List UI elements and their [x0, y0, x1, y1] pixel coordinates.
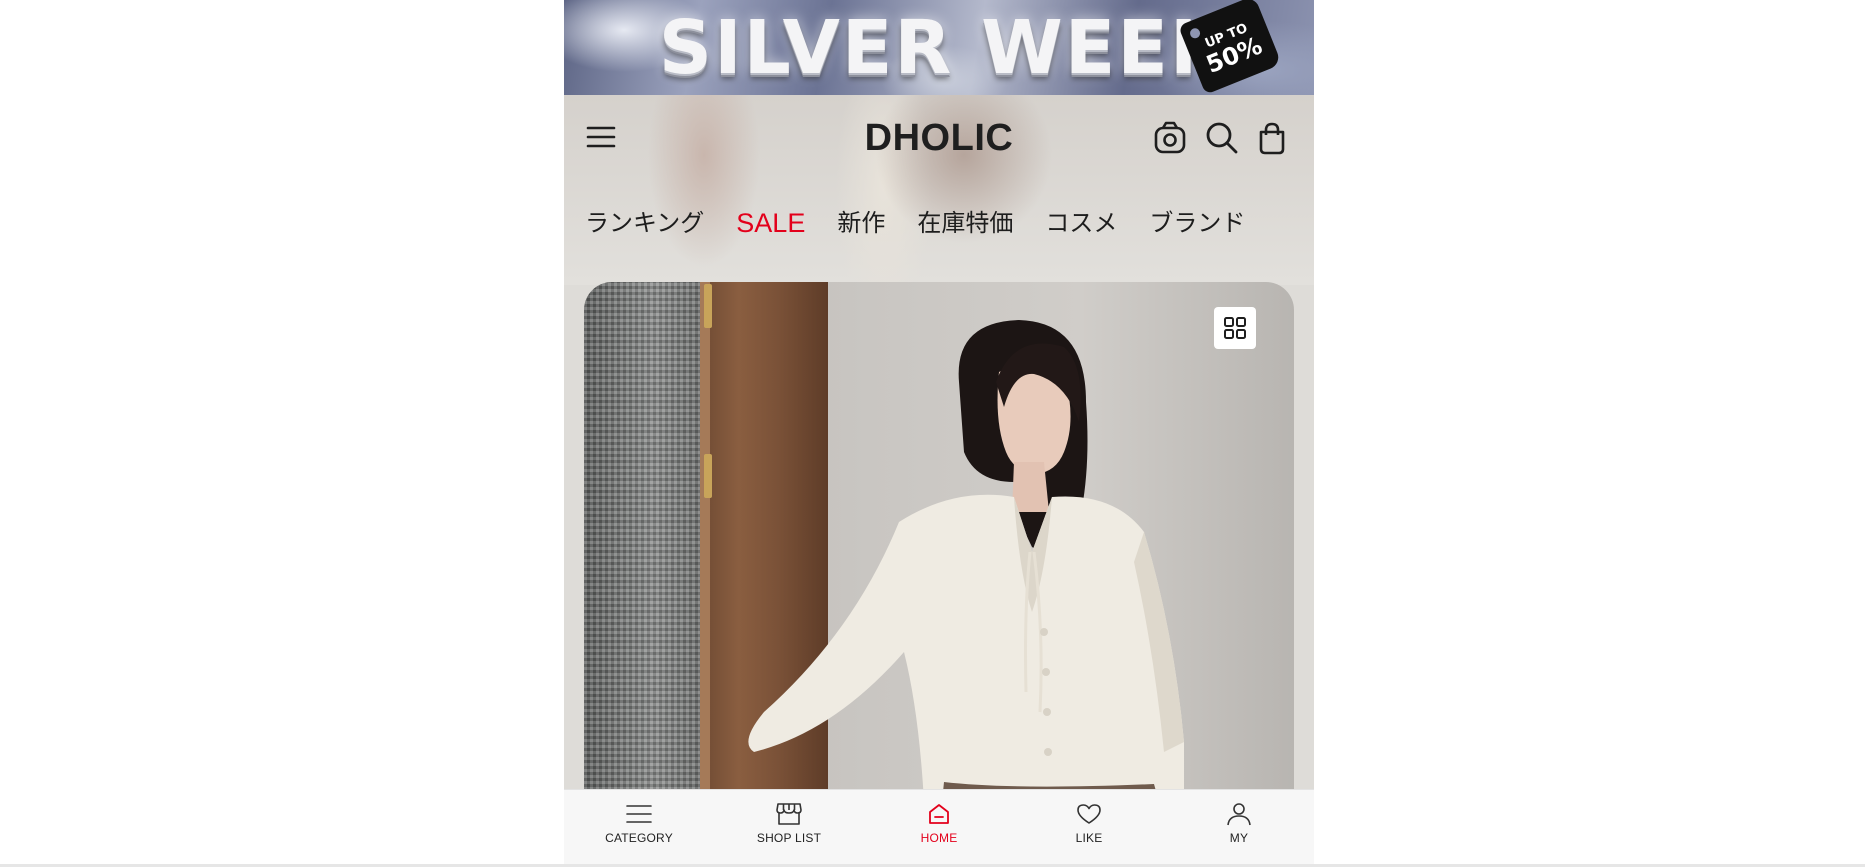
- bottom-navigation: CATEGORY SHOP LIST HOME LIKE MY: [564, 789, 1314, 867]
- hero-model-illustration: [748, 320, 1184, 802]
- site-logo[interactable]: DHOLIC: [564, 117, 1314, 160]
- bottom-nav-like[interactable]: LIKE: [1014, 790, 1164, 867]
- nav-sale[interactable]: SALE: [736, 206, 805, 240]
- category-list-icon: [626, 805, 652, 823]
- bottom-nav-category-label: CATEGORY: [605, 831, 673, 845]
- bottom-nav-like-label: LIKE: [1075, 831, 1103, 845]
- bottom-nav-home-label: HOME: [920, 831, 958, 845]
- hero-image[interactable]: [584, 282, 1294, 802]
- tag-hole: [1188, 26, 1202, 40]
- heart-icon: [1077, 804, 1101, 824]
- bottom-nav-home[interactable]: HOME: [864, 790, 1014, 867]
- category-nav: ランキング SALE 新作 在庫特価 コスメ ブランド: [585, 206, 1277, 240]
- bottom-nav-shop-list[interactable]: SHOP LIST: [714, 790, 864, 867]
- bottom-nav-shop-list-label: SHOP LIST: [756, 831, 822, 845]
- home-icon: [929, 804, 949, 824]
- bottom-nav-my[interactable]: MY: [1164, 790, 1314, 867]
- storefront-icon: [776, 803, 802, 825]
- nav-cosmetics[interactable]: コスメ: [1045, 206, 1117, 240]
- camera-icon[interactable]: [1152, 120, 1188, 156]
- bottom-nav-my-label: MY: [1229, 831, 1249, 845]
- nav-ranking[interactable]: ランキング: [585, 206, 704, 240]
- nav-new[interactable]: 新作: [837, 206, 885, 240]
- nav-stock-sale[interactable]: 在庫特価: [917, 206, 1013, 240]
- mobile-app-frame: SILVER WEEK UP TO 50% DHOLIC ランキング SALE …: [564, 0, 1314, 867]
- shopping-bag-icon[interactable]: [1254, 120, 1290, 156]
- nav-brand[interactable]: ブランド: [1149, 206, 1245, 240]
- bottom-nav-category[interactable]: CATEGORY: [564, 790, 714, 867]
- user-icon: [1227, 803, 1251, 826]
- promo-banner-title: SILVER WEEK: [658, 4, 1230, 91]
- hero-window-glass: [584, 282, 700, 802]
- grid-view-icon[interactable]: [1214, 307, 1256, 349]
- promo-banner[interactable]: SILVER WEEK UP TO 50%: [564, 0, 1314, 95]
- search-icon[interactable]: [1204, 120, 1240, 156]
